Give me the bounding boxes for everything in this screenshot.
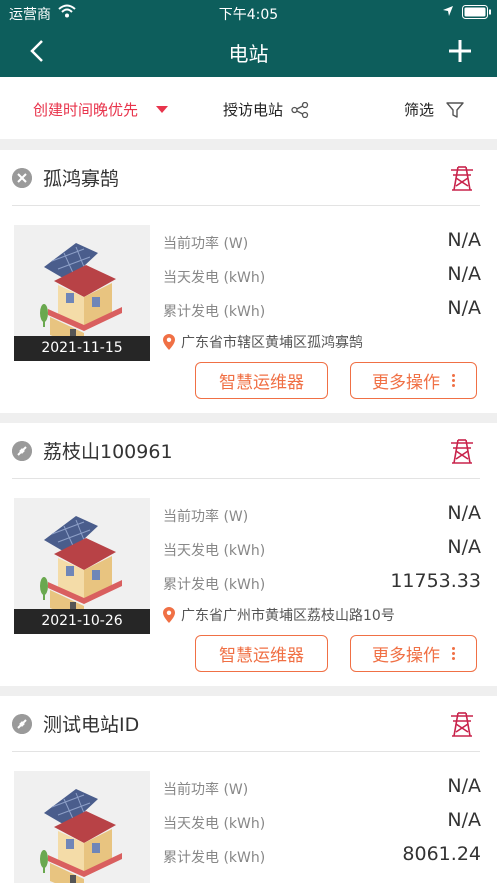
metric-label: 累计发电 (kWh) xyxy=(163,850,266,866)
smart-ops-button[interactable]: 智慧运维器 xyxy=(195,635,328,672)
power-tower-icon xyxy=(448,710,476,738)
station-image xyxy=(14,771,150,883)
filter-label: 筛选 xyxy=(404,101,435,119)
location-pin-icon xyxy=(163,607,175,623)
sort-dropdown[interactable]: 创建时间晚优先 xyxy=(33,99,169,120)
visit-label: 授访电站 xyxy=(223,101,284,119)
more-actions-label: 更多操作 xyxy=(372,373,440,393)
more-actions-button[interactable]: 更多操作 xyxy=(350,362,477,399)
status-bar: 运营商 下午4:05 xyxy=(0,0,497,26)
station-address: 广东省广州市黄埔区荔枝山路10号 xyxy=(163,605,395,625)
station-card-header: 测试电站ID xyxy=(0,696,497,752)
house-solar-illustration xyxy=(14,771,150,883)
station-name: 孤鸿寡鹄 xyxy=(43,168,120,190)
metric-row-total-energy: 累计发电 (kWh) 8061.24 xyxy=(163,842,481,870)
metric-label: 累计发电 (kWh) xyxy=(163,304,266,320)
disconnected-status-icon xyxy=(12,714,32,734)
divider xyxy=(12,751,480,752)
station-address: 广东省市辖区黄埔区孤鸿寡鹄 xyxy=(163,332,363,352)
divider xyxy=(12,478,480,479)
app-header: 运营商 下午4:05 电站 xyxy=(0,0,497,77)
metric-value: N/A xyxy=(447,536,481,558)
disconnected-status-icon xyxy=(12,441,32,461)
station-name: 荔枝山100961 xyxy=(43,441,173,463)
power-tower-icon xyxy=(448,437,476,465)
location-arrow-icon xyxy=(443,6,453,16)
share-icon xyxy=(291,101,309,118)
sort-label: 创建时间晚优先 xyxy=(33,101,139,119)
station-card[interactable]: 孤鸿寡鹄 2021-11-15 当前功率 (W) N/A 当天发电 (kWh) … xyxy=(0,150,497,413)
metric-label: 当天发电 (kWh) xyxy=(163,543,266,559)
more-actions-label: 更多操作 xyxy=(372,646,440,666)
power-tower-icon xyxy=(448,164,476,192)
funnel-icon xyxy=(446,101,464,118)
metric-row-today-energy: 当天发电 (kWh) N/A xyxy=(163,262,481,290)
metric-label: 累计发电 (kWh) xyxy=(163,577,266,593)
caret-down-icon xyxy=(156,106,169,113)
metric-row-current-power: 当前功率 (W) N/A xyxy=(163,228,481,256)
metric-label: 当天发电 (kWh) xyxy=(163,816,266,832)
metric-value: N/A xyxy=(447,809,481,831)
page-title: 电站 xyxy=(228,42,269,66)
metric-row-total-energy: 累计发电 (kWh) N/A xyxy=(163,296,481,324)
smart-ops-button[interactable]: 智慧运维器 xyxy=(195,362,328,399)
metric-row-current-power: 当前功率 (W) N/A xyxy=(163,774,481,802)
metric-label: 当前功率 (W) xyxy=(163,509,249,525)
station-name: 测试电站ID xyxy=(43,714,140,736)
filter-bar: 创建时间晚优先 授访电站 筛选 xyxy=(0,77,497,139)
station-created-date: 2021-11-15 xyxy=(14,336,150,361)
visit-stations-button[interactable]: 授访电站 xyxy=(223,99,309,120)
add-icon[interactable] xyxy=(447,38,473,64)
metric-label: 当前功率 (W) xyxy=(163,782,249,798)
filter-button[interactable]: 筛选 xyxy=(404,99,464,120)
station-card[interactable]: 测试电站ID 当前功率 (W) N/A 当天发电 (kWh) N/A 累计发电 … xyxy=(0,696,497,883)
metric-value: 11753.33 xyxy=(390,570,481,592)
metric-row-today-energy: 当天发电 (kWh) N/A xyxy=(163,808,481,836)
offline-status-icon xyxy=(12,168,32,188)
address-text: 广东省广州市黄埔区荔枝山路10号 xyxy=(181,608,395,624)
metric-value: N/A xyxy=(447,263,481,285)
metric-value: N/A xyxy=(447,775,481,797)
metric-value: N/A xyxy=(447,229,481,251)
more-dots-icon xyxy=(452,647,455,660)
metric-label: 当前功率 (W) xyxy=(163,236,249,252)
metric-value: 8061.24 xyxy=(402,843,481,865)
metric-label: 当天发电 (kWh) xyxy=(163,270,266,286)
station-card[interactable]: 荔枝山100961 2021-10-26 当前功率 (W) N/A 当天发电 (… xyxy=(0,423,497,686)
metric-row-total-energy: 累计发电 (kWh) 11753.33 xyxy=(163,569,481,597)
address-text: 广东省市辖区黄埔区孤鸿寡鹄 xyxy=(181,335,363,351)
battery-icon xyxy=(462,5,491,19)
metric-row-today-energy: 当天发电 (kWh) N/A xyxy=(163,535,481,563)
more-dots-icon xyxy=(452,374,455,387)
divider xyxy=(12,205,480,206)
station-image: 2021-10-26 xyxy=(14,498,150,634)
metric-row-current-power: 当前功率 (W) N/A xyxy=(163,501,481,529)
location-pin-icon xyxy=(163,334,175,350)
station-image: 2021-11-15 xyxy=(14,225,150,361)
status-time: 下午4:05 xyxy=(218,7,279,23)
station-created-date: 2021-10-26 xyxy=(14,609,150,634)
station-card-header: 荔枝山100961 xyxy=(0,423,497,479)
station-card-header: 孤鸿寡鹄 xyxy=(0,150,497,206)
metric-value: N/A xyxy=(447,502,481,524)
more-actions-button[interactable]: 更多操作 xyxy=(350,635,477,672)
metric-value: N/A xyxy=(447,297,481,319)
